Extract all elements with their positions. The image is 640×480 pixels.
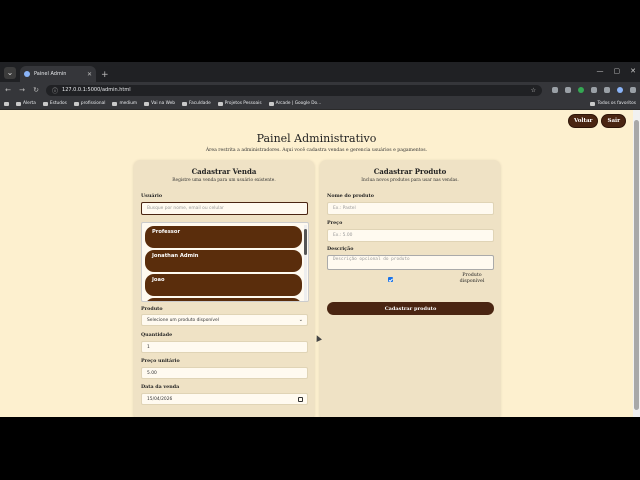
header-actions: Voltar Sair (567, 114, 626, 128)
extension-icon[interactable] (552, 87, 558, 93)
close-tab-icon[interactable]: ✕ (87, 71, 92, 78)
new-tab-icon[interactable]: + (101, 70, 109, 80)
folder-icon (42, 101, 48, 106)
folder-icon (112, 101, 118, 106)
screen-frame: ⌄ Painel Admin ✕ + — ▢ ✕ ← → ↻ ⓘ 127.0.0… (0, 0, 640, 480)
extension-icons (552, 87, 636, 93)
sale-form-card: Cadastrar Venda Registre uma venda para … (134, 160, 314, 417)
sale-form-title: Cadastrar Venda (191, 167, 257, 176)
product-form-card: Cadastrar Produto Inclua novos produtos … (320, 160, 500, 417)
folder-icon (268, 101, 274, 106)
calendar-icon[interactable] (298, 396, 303, 402)
chevron-down-icon: ⌄ (298, 317, 303, 323)
bookmark-item[interactable]: Vai na Web (144, 101, 175, 106)
reload-icon[interactable]: ↻ (32, 86, 40, 94)
apps-grid-icon[interactable] (4, 101, 9, 106)
favicon-icon (24, 71, 30, 77)
unit-price-label: Preço unitário (141, 358, 180, 364)
page-viewport: Voltar Sair Painel Administrativo Área r… (0, 110, 633, 417)
profile-avatar-icon[interactable] (617, 87, 623, 93)
user-list-item[interactable] (145, 298, 302, 301)
browser-window: ⌄ Painel Admin ✕ + — ▢ ✕ ← → ↻ ⓘ 127.0.0… (0, 62, 640, 417)
sale-date-input[interactable]: 15/04/2026 (141, 393, 308, 405)
logout-button[interactable]: Sair (601, 114, 626, 128)
tab-title: Painel Admin (34, 71, 67, 77)
bookmark-item[interactable]: medium (112, 101, 137, 106)
user-list-scrollbar[interactable] (304, 225, 307, 301)
folder-icon (217, 101, 223, 106)
close-window-icon[interactable]: ✕ (630, 67, 636, 75)
tab-strip: ⌄ Painel Admin ✕ + — ▢ ✕ (0, 62, 640, 82)
user-list[interactable]: Professor Jonathan Admin Joao (141, 222, 309, 302)
product-select[interactable]: Selecione um produto disponível ⌄ (141, 314, 308, 326)
minimize-icon[interactable]: — (597, 67, 604, 75)
folder-icon (73, 101, 79, 106)
forward-arrow-icon[interactable]: → (18, 86, 26, 94)
product-name-label: Nome do produto (327, 193, 374, 199)
window-controls: — ▢ ✕ (597, 67, 637, 75)
back-button[interactable]: Voltar (567, 114, 599, 128)
bookmark-item[interactable]: Arcade | Google Do... (268, 101, 321, 106)
bookmark-item[interactable]: Alerta (16, 101, 36, 106)
tab-search-icon[interactable]: ⌄ (4, 67, 16, 79)
sale-form-hint: Registre uma venda para um usuário exist… (172, 178, 276, 183)
site-info-icon[interactable]: ⓘ (52, 86, 58, 95)
user-list-item[interactable]: Jonathan Admin (145, 250, 302, 272)
product-name-input[interactable]: Ex.: Pastel (327, 202, 494, 215)
bookmark-item[interactable]: Projetos Pessoais (217, 101, 262, 106)
extension-icon[interactable] (591, 87, 597, 93)
folder-icon (144, 101, 150, 106)
address-bar[interactable]: ⓘ 127.0.0.1:5000/admin.html ☆ (46, 84, 542, 96)
description-label: Descrição (327, 246, 354, 252)
quantity-input[interactable]: 1 (141, 341, 308, 353)
product-form-title: Cadastrar Produto (373, 167, 447, 176)
page-subtitle: Área restrita a administradores. Aqui vo… (205, 148, 428, 153)
description-textarea[interactable]: Descrição opcional do produto (327, 255, 494, 270)
back-arrow-icon[interactable]: ← (4, 86, 12, 94)
maximize-icon[interactable]: ▢ (614, 67, 621, 75)
product-select-value: Selecione um produto disponível (147, 317, 219, 323)
price-label: Preço (327, 220, 343, 226)
user-search-input[interactable]: Busque por nome, email ou celular (141, 202, 308, 215)
all-bookmarks[interactable]: Todos os favoritos (590, 101, 636, 106)
folder-icon (16, 101, 21, 106)
extension-icon[interactable] (565, 87, 571, 93)
folder-icon (590, 101, 596, 106)
sale-date-value: 15/04/2026 (147, 396, 173, 402)
quantity-label: Quantidade (141, 332, 173, 338)
available-label: Produto disponível (459, 273, 485, 284)
sale-date-label: Data da venda (141, 384, 180, 390)
price-input[interactable]: Ex.: 5.00 (327, 229, 494, 242)
product-form-hint: Inclua novos produtos para usar nas vend… (361, 178, 459, 183)
user-list-item[interactable]: Joao (145, 274, 302, 296)
user-list-item[interactable]: Professor (145, 226, 302, 248)
page-title: Painel Administrativo (256, 132, 377, 145)
extensions-puzzle-icon[interactable] (604, 87, 610, 93)
bookmark-star-icon[interactable]: ☆ (531, 87, 536, 94)
bookmark-item[interactable]: profissional (73, 101, 105, 106)
user-label: Usuário (141, 193, 163, 199)
page-scrollbar-thumb[interactable] (634, 120, 639, 410)
available-checkbox[interactable] (388, 277, 393, 282)
add-product-button[interactable]: Cadastrar produto (327, 302, 494, 315)
unit-price-input[interactable]: 5.00 (141, 367, 308, 379)
kebab-menu-icon[interactable] (630, 87, 636, 93)
product-label: Produto (141, 306, 163, 312)
bookmark-item[interactable]: Faculdade (182, 101, 211, 106)
bookmark-item[interactable]: Estudos (42, 101, 67, 106)
url-text: 127.0.0.1:5000/admin.html (62, 87, 131, 93)
bookmarks-bar: Alerta Estudos profissional medium Vai n… (0, 98, 640, 110)
browser-tab[interactable]: Painel Admin ✕ (20, 66, 96, 82)
page-scrollbar[interactable] (633, 110, 640, 417)
folder-icon (182, 101, 187, 106)
extension-icon[interactable] (578, 87, 584, 93)
browser-toolbar: ← → ↻ ⓘ 127.0.0.1:5000/admin.html ☆ (0, 82, 640, 98)
